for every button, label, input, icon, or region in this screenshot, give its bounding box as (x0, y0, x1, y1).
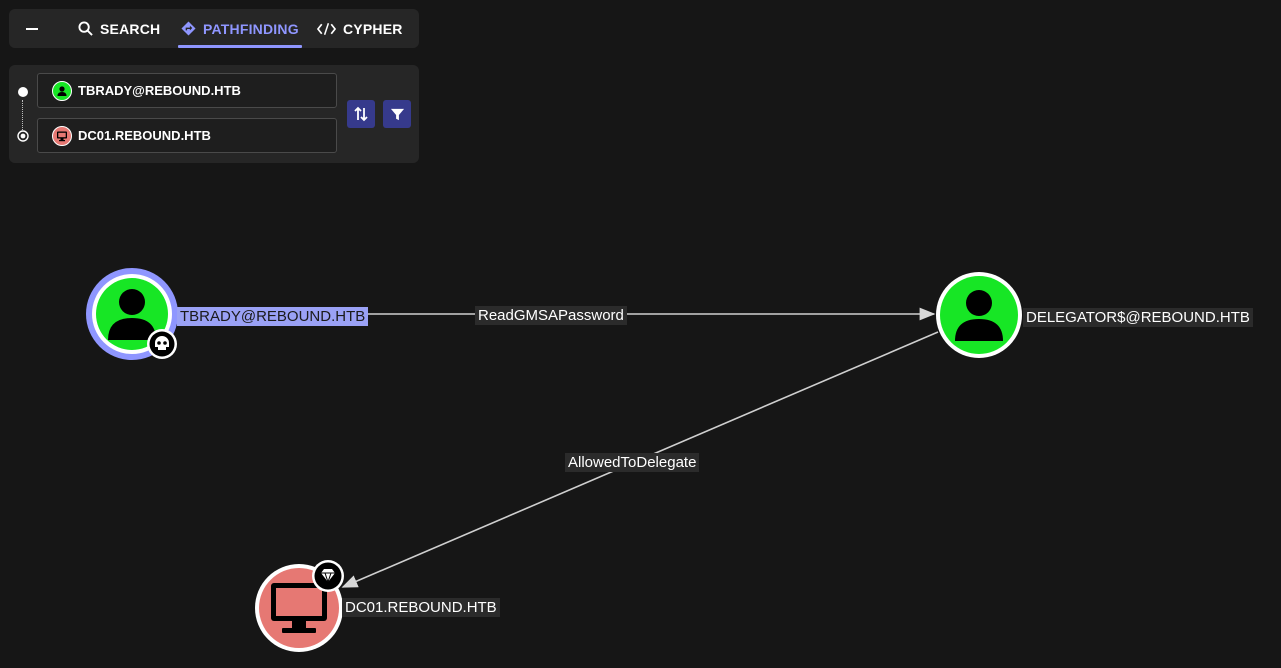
filter-icon (390, 108, 404, 120)
tab-pathfinding[interactable]: PATHFINDING (178, 9, 302, 48)
search-icon (78, 21, 93, 36)
start-node-field[interactable]: TBRADY@REBOUND.HTB (37, 73, 337, 108)
node-delegator[interactable] (935, 271, 1023, 359)
node-tbrady[interactable] (84, 266, 180, 362)
swap-icon (354, 106, 368, 122)
tab-cypher[interactable]: CYPHER (317, 9, 403, 48)
start-node-marker (18, 87, 28, 97)
tab-search-label: SEARCH (100, 20, 161, 37)
edge-label-allowedtodelegate[interactable]: AllowedToDelegate (565, 453, 700, 472)
node-label-dc01[interactable]: DC01.REBOUND.HTB (342, 598, 500, 617)
diamond-icon (311, 559, 345, 593)
pathfinding-panel: TBRADY@REBOUND.HTB DC01.REBOUND.HTB (9, 65, 419, 163)
edge-label-readgmsapassword[interactable]: ReadGMSAPassword (475, 306, 627, 325)
explore-tab-bar: SEARCH PATHFINDING CYPHER (9, 9, 419, 48)
computer-icon (52, 125, 72, 146)
start-node-value: TBRADY@REBOUND.HTB (78, 83, 241, 98)
user-icon (936, 272, 1022, 358)
target-icon (17, 130, 29, 142)
swap-nodes-button[interactable] (347, 100, 375, 128)
code-icon (317, 22, 336, 35)
skull-icon (146, 328, 178, 360)
tab-cypher-label: CYPHER (343, 20, 403, 37)
tab-search[interactable]: SEARCH (78, 9, 160, 48)
target-node-field[interactable]: DC01.REBOUND.HTB (37, 118, 337, 153)
target-node-value: DC01.REBOUND.HTB (78, 128, 211, 143)
node-label-tbrady[interactable]: TBRADY@REBOUND.HTB (177, 307, 369, 326)
edge-filter-button[interactable] (383, 100, 411, 128)
node-label-delegator[interactable]: DELEGATOR$@REBOUND.HTB (1023, 308, 1253, 327)
tab-pathfinding-label: PATHFINDING (203, 20, 299, 37)
minus-icon (26, 27, 38, 30)
user-icon (52, 80, 72, 101)
path-connector (22, 100, 23, 130)
node-dc01[interactable] (254, 560, 344, 653)
directions-icon (181, 21, 196, 36)
collapse-button[interactable] (21, 9, 43, 48)
